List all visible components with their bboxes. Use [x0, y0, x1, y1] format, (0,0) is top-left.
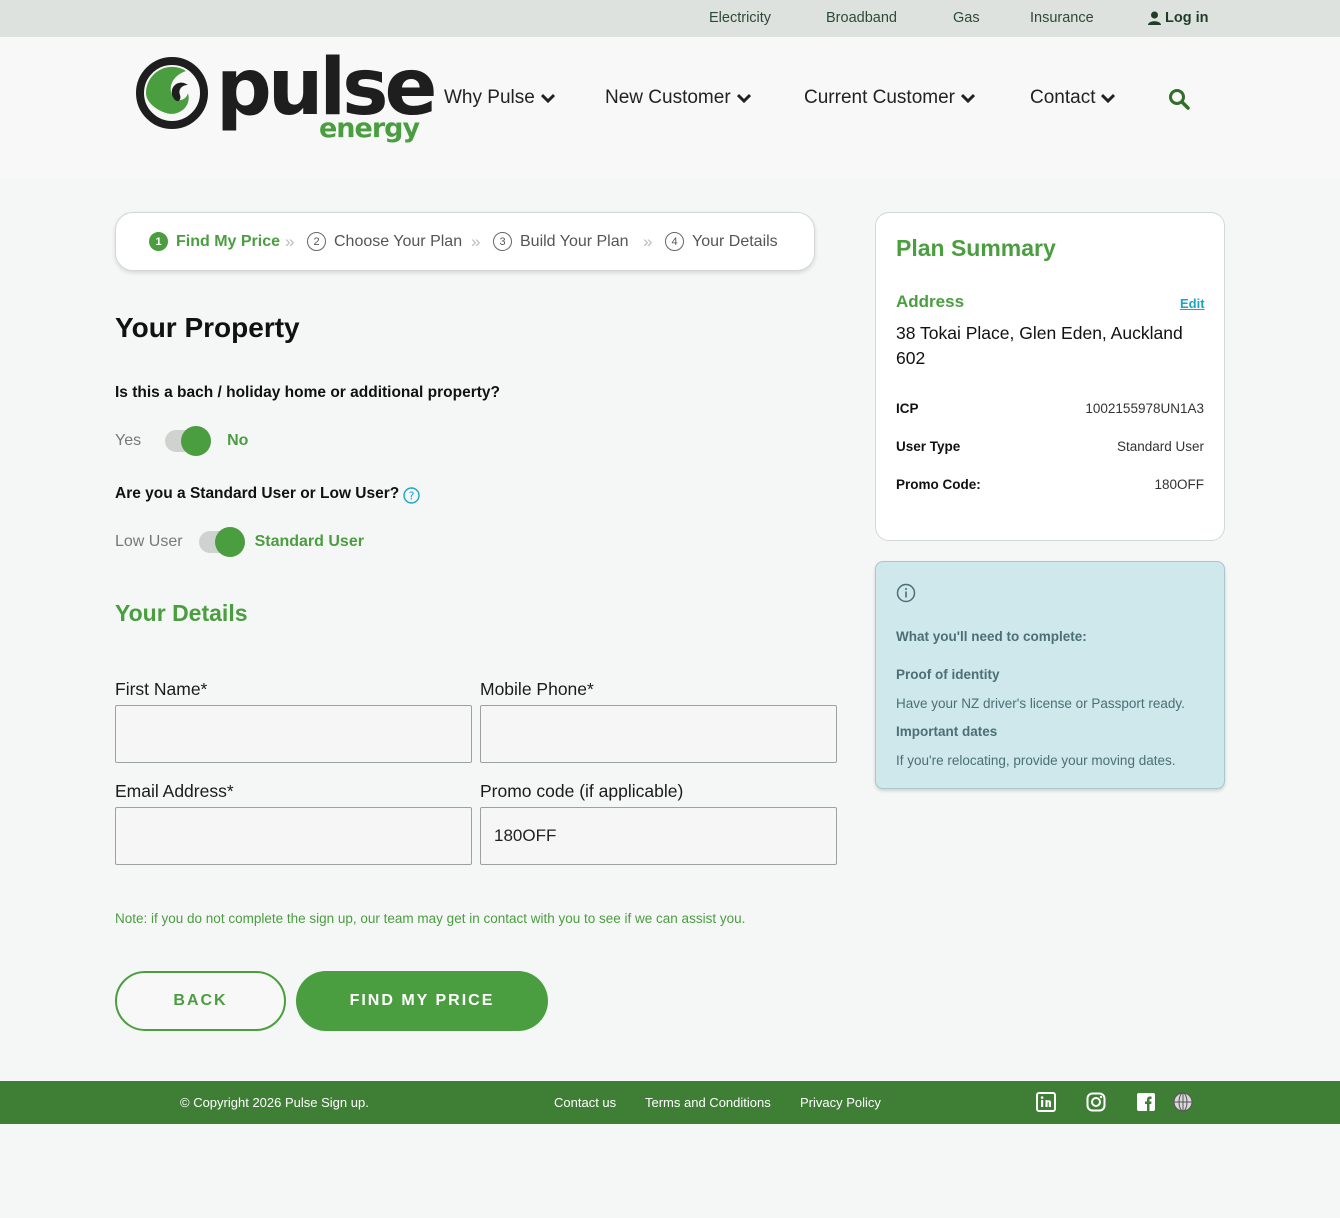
- your-details-heading: Your Details: [115, 600, 248, 626]
- user-type-value: Standard User: [1116, 439, 1204, 454]
- info-heading: What you'll need to complete:: [896, 629, 1087, 644]
- chevron-down-icon: [961, 93, 975, 103]
- bach-question: Is this a bach / holiday home or additio…: [115, 384, 500, 401]
- plan-summary-card: Plan Summary Address Edit 38 Tokai Place…: [875, 212, 1225, 541]
- step-number: 2: [307, 232, 326, 251]
- step-number: 4: [665, 232, 684, 251]
- chevron-down-icon: [540, 93, 555, 103]
- globe-icon[interactable]: [1173, 1092, 1193, 1112]
- user-type-label: User Type: [896, 439, 961, 454]
- step-number: 1: [149, 232, 168, 251]
- signup-stepper: 1 Find My Price » 2 Choose Your Plan » 3…: [115, 212, 815, 271]
- toggle-on-label: No: [227, 432, 249, 449]
- step-label: Build Your Plan: [520, 232, 629, 250]
- nav-label: Contact: [1030, 87, 1096, 108]
- toggle-knob: [214, 527, 245, 557]
- promo-code-label: Promo code (if applicable): [480, 781, 684, 801]
- toggle-off-label: Yes: [115, 432, 142, 449]
- topbar-link-insurance[interactable]: Insurance: [1030, 10, 1094, 26]
- copyright-text: © Copyright 2026 Pulse Sign up.: [180, 1095, 369, 1110]
- step-label: Your Details: [692, 232, 778, 250]
- top-utility-bar: Electricity Broadband Gas Insurance Log …: [0, 0, 1340, 37]
- nav-current-customer[interactable]: Current Customer: [804, 87, 975, 109]
- promo-code-row: Promo Code: 180OFF: [896, 477, 1204, 492]
- step-find-my-price[interactable]: 1 Find My Price: [149, 232, 280, 251]
- chevron-down-icon: [1101, 93, 1116, 103]
- step-label: Find My Price: [176, 232, 281, 250]
- step-your-details[interactable]: 4 Your Details: [665, 232, 778, 251]
- login-link[interactable]: Log in: [1148, 10, 1209, 26]
- svg-text:?: ?: [409, 490, 415, 503]
- topbar-link-electricity[interactable]: Electricity: [709, 10, 771, 26]
- info-item-text: If you're relocating, provide your movin…: [896, 753, 1176, 768]
- step-separator: »: [643, 232, 653, 251]
- back-button[interactable]: BACK: [115, 971, 286, 1031]
- bach-toggle-switch[interactable]: [165, 426, 212, 456]
- your-property-heading: Your Property: [115, 312, 300, 343]
- promo-code-summary-value: 180OFF: [1154, 477, 1204, 492]
- nav-contact[interactable]: Contact: [1030, 87, 1116, 109]
- site-footer: © Copyright 2026 Pulse Sign up. Contact …: [0, 1081, 1340, 1124]
- logo-subtext: energy: [319, 113, 420, 144]
- nav-new-customer[interactable]: New Customer: [605, 87, 751, 109]
- email-label: Email Address*: [115, 781, 234, 801]
- icp-label: ICP: [896, 401, 919, 416]
- step-label: Choose Your Plan: [334, 232, 463, 250]
- user-type-toggle-switch[interactable]: [198, 527, 245, 557]
- linkedin-icon[interactable]: [1036, 1092, 1056, 1112]
- bach-toggle-row: Yes No: [115, 426, 249, 456]
- info-item-text: Have your NZ driver's license or Passpor…: [896, 696, 1185, 711]
- address-value: 38 Tokai Place, Glen Eden, Auckland 602: [896, 323, 1183, 368]
- nav-label: Why Pulse: [444, 87, 535, 108]
- promo-code-summary-label: Promo Code:: [896, 477, 981, 492]
- info-icon: [896, 583, 916, 603]
- logo-swirl-icon: [136, 57, 208, 129]
- toggle-knob: [181, 426, 212, 456]
- step-separator: »: [471, 232, 481, 251]
- footer-link-terms[interactable]: Terms and Conditions: [645, 1095, 771, 1110]
- mobile-phone-input[interactable]: [480, 705, 837, 763]
- step-separator: »: [285, 232, 295, 251]
- edit-address-link[interactable]: Edit: [1180, 296, 1205, 311]
- topbar-link-gas[interactable]: Gas: [953, 10, 980, 26]
- user-type-row: User Type Standard User: [896, 439, 1204, 454]
- info-item-title: Proof of identity: [896, 667, 1000, 682]
- user-type-question: Are you a Standard User or Low User?: [115, 485, 400, 502]
- mobile-phone-label: Mobile Phone*: [480, 679, 594, 699]
- topbar-link-broadband[interactable]: Broadband: [826, 10, 897, 26]
- icp-row: ICP 1002155978UN1A3: [896, 401, 1204, 416]
- find-my-price-button[interactable]: FIND MY PRICE: [296, 971, 548, 1031]
- user-icon: [1148, 11, 1161, 25]
- chevron-down-icon: [736, 93, 751, 103]
- requirements-info-box: What you'll need to complete: Proof of i…: [875, 561, 1225, 789]
- step-number: 3: [493, 232, 512, 251]
- user-type-toggle-row: Low User Standard User: [115, 527, 364, 557]
- toggle-off-label: Low User: [115, 533, 183, 550]
- footer-link-privacy[interactable]: Privacy Policy: [800, 1095, 881, 1110]
- signup-note: Note: if you do not complete the sign up…: [115, 911, 746, 926]
- site-header: pulse energy Why Pulse New Customer Curr…: [0, 37, 1340, 177]
- promo-code-input[interactable]: [480, 807, 837, 865]
- pulse-logo[interactable]: pulse energy: [134, 49, 437, 147]
- search-icon[interactable]: [1167, 87, 1191, 111]
- instagram-icon[interactable]: [1086, 1092, 1106, 1112]
- step-choose-your-plan[interactable]: 2 Choose Your Plan: [307, 232, 462, 251]
- nav-label: Current Customer: [804, 87, 955, 108]
- email-input[interactable]: [115, 807, 472, 865]
- login-label: Log in: [1165, 10, 1209, 26]
- icp-value: 1002155978UN1A3: [1085, 401, 1204, 416]
- info-item-title: Important dates: [896, 724, 998, 739]
- first-name-input[interactable]: [115, 705, 472, 763]
- nav-label: New Customer: [605, 87, 731, 108]
- first-name-label: First Name*: [115, 679, 208, 699]
- toggle-on-label: Standard User: [254, 533, 364, 550]
- facebook-icon[interactable]: [1136, 1092, 1156, 1112]
- plan-summary-title: Plan Summary: [896, 235, 1056, 261]
- help-icon[interactable]: ?: [403, 487, 420, 504]
- footer-link-contact[interactable]: Contact us: [554, 1095, 616, 1110]
- address-label: Address: [896, 292, 965, 311]
- nav-why-pulse[interactable]: Why Pulse: [444, 87, 555, 109]
- step-build-your-plan[interactable]: 3 Build Your Plan: [493, 232, 629, 251]
